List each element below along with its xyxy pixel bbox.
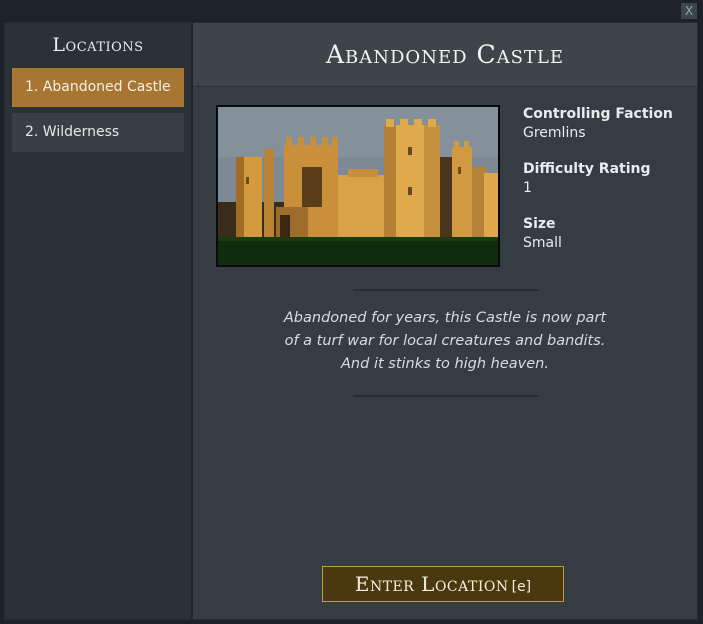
info-controlling-faction: Controlling Faction Gremlins xyxy=(523,105,673,143)
info-label: Difficulty Rating xyxy=(523,161,651,177)
sidebar: Locations 1. Abandoned Castle 2. Wildern… xyxy=(5,23,193,619)
location-info: Controlling Faction Gremlins Difficulty … xyxy=(523,105,673,270)
info-value: Gremlins xyxy=(523,125,586,141)
location-title: Abandoned Castle xyxy=(193,23,697,87)
castle-illustration xyxy=(218,107,498,265)
castle-image xyxy=(216,105,500,267)
location-list: 1. Abandoned Castle 2. Wilderness xyxy=(5,68,191,152)
divider-bottom xyxy=(353,395,539,397)
enter-location-label: Enter Location xyxy=(354,572,509,596)
locations-window: Locations 1. Abandoned Castle 2. Wildern… xyxy=(4,22,698,620)
info-difficulty-rating: Difficulty Rating 1 xyxy=(523,160,673,198)
sidebar-item-wilderness[interactable]: 2. Wilderness xyxy=(12,113,184,152)
location-description: Abandoned for years, this Castle is now … xyxy=(283,310,607,372)
info-label: Controlling Faction xyxy=(523,106,673,122)
enter-location-hotkey: [e] xyxy=(511,579,532,595)
info-value: Small xyxy=(523,235,562,251)
info-label: Size xyxy=(523,216,556,232)
divider-top xyxy=(353,289,539,291)
close-button[interactable]: X xyxy=(681,3,697,19)
info-size: Size Small xyxy=(523,215,673,253)
enter-location-button[interactable]: Enter Location [e] xyxy=(322,566,564,602)
location-detail-panel: Abandoned Castle Controlling Faction Gre… xyxy=(193,23,697,619)
sidebar-item-abandoned-castle[interactable]: 1. Abandoned Castle xyxy=(12,68,184,107)
info-value: 1 xyxy=(523,180,532,196)
sidebar-title: Locations xyxy=(52,34,144,56)
